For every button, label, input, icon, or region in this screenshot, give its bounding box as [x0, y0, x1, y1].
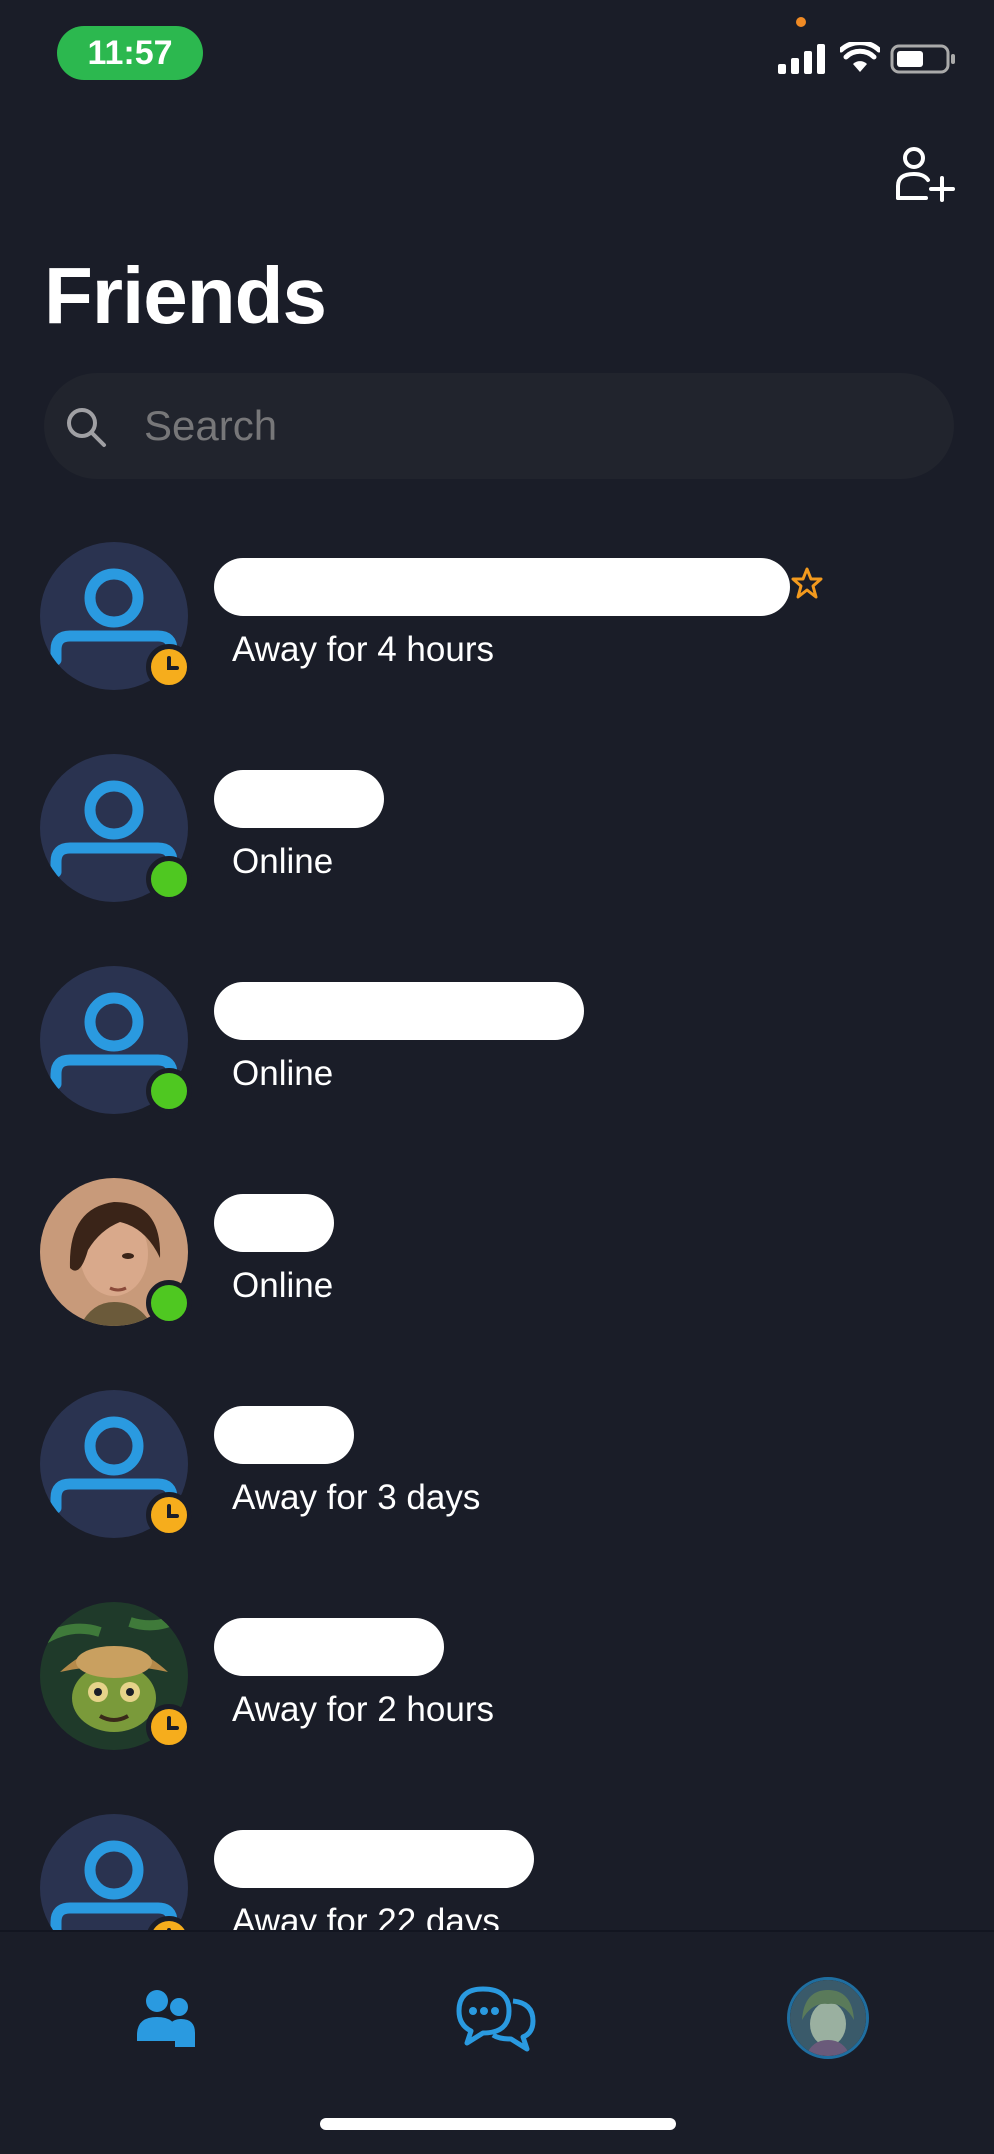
search-input[interactable]: [144, 373, 924, 479]
friend-name: [214, 1194, 334, 1252]
friend-status: Away for 4 hours: [232, 630, 494, 669]
clock-icon: [167, 1504, 179, 1518]
profile-avatar: [787, 1977, 869, 2059]
search-icon: [67, 408, 106, 447]
home-indicator: [320, 2118, 676, 2130]
default-avatar-icon: [40, 1814, 188, 1930]
privacy-indicator-dot: [796, 17, 806, 27]
friend-name: [214, 770, 384, 828]
tab-profile[interactable]: [778, 1968, 878, 2068]
friend-name: [214, 1406, 354, 1464]
clock-icon: [167, 1716, 179, 1730]
clock-icon: [167, 656, 179, 670]
friend-name: [214, 1830, 534, 1888]
friends-list: Away for 4 hours Online Online Online Aw…: [0, 530, 994, 1930]
friend-row[interactable]: Away for 2 hours: [0, 1590, 994, 1802]
friend-row[interactable]: Away for 22 days: [0, 1802, 994, 1930]
person-add-icon: [896, 147, 955, 202]
friend-status: Away for 22 days: [232, 1902, 500, 1930]
friend-row[interactable]: Online: [0, 954, 994, 1166]
chat-bubbles-icon: [456, 1986, 536, 2052]
friend-status: Online: [232, 1266, 334, 1305]
battery-icon: [890, 44, 955, 74]
friend-status: Online: [232, 842, 334, 881]
search-bar[interactable]: [44, 373, 954, 479]
friends-icon: [137, 1990, 195, 2047]
online-status-indicator: [146, 856, 192, 902]
away-status-indicator: [146, 644, 192, 690]
wifi-icon: [840, 42, 880, 72]
away-status-indicator: [146, 1704, 192, 1750]
friend-row[interactable]: Online: [0, 1166, 994, 1378]
tab-friends[interactable]: [116, 1968, 216, 2068]
signal-icon: [778, 44, 825, 74]
clock-icon: [167, 1928, 171, 1930]
friend-row[interactable]: Away for 4 hours: [0, 530, 994, 742]
friend-row[interactable]: Online: [0, 742, 994, 954]
status-time: 11:57: [57, 26, 203, 80]
friend-name: [214, 1618, 444, 1676]
friend-status: Online: [232, 1054, 334, 1093]
favorite-star-icon[interactable]: [790, 566, 824, 600]
online-status-indicator: [146, 1280, 192, 1326]
friend-status: Away for 2 hours: [232, 1690, 494, 1729]
friend-name: [214, 558, 790, 616]
friend-status: Away for 3 days: [232, 1478, 481, 1517]
page-title: Friends: [44, 251, 327, 340]
tab-chat[interactable]: [446, 1968, 546, 2068]
away-status-indicator: [146, 1492, 192, 1538]
friend-name: [214, 982, 584, 1040]
online-status-indicator: [146, 1068, 192, 1114]
add-friend-button[interactable]: [888, 140, 960, 212]
friend-row[interactable]: Away for 3 days: [0, 1378, 994, 1590]
status-bar: 11:57: [0, 0, 994, 110]
